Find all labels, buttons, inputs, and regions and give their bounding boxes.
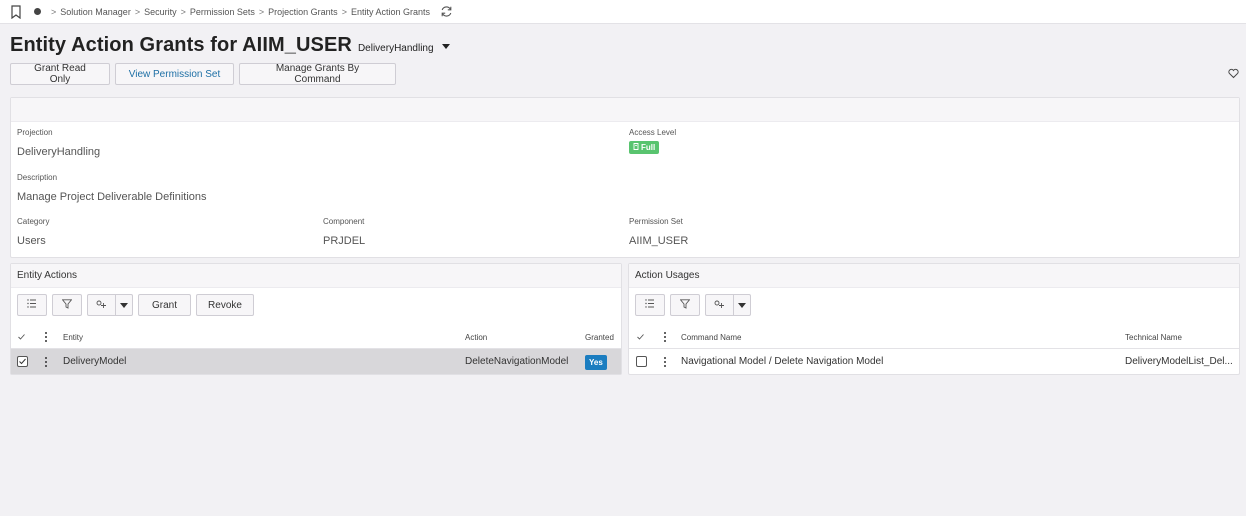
description-value: Manage Project Deliverable Definitions	[17, 191, 207, 203]
details-card-header	[11, 98, 1239, 122]
action-usages-title: Action Usages	[629, 264, 1239, 288]
entity-actions-title: Entity Actions	[11, 264, 621, 288]
column-header-technical-name[interactable]: Technical Name	[1125, 333, 1182, 342]
action-usages-table-header: Command Name Technical Name	[629, 326, 1239, 348]
breadcrumb-separator: >	[134, 6, 141, 17]
action-usages-toolbar	[635, 294, 751, 316]
access-level-value: Full	[641, 143, 656, 152]
table-row[interactable]: DeliveryModel DeleteNavigationModel Yes	[11, 348, 621, 374]
breadcrumb-projection-grants[interactable]: Projection Grants	[268, 7, 338, 17]
table-row[interactable]: Navigational Model / Delete Navigation M…	[629, 348, 1239, 374]
access-level-field: Access Level Full	[629, 128, 676, 154]
component-field: Component PRJDEL	[323, 217, 365, 247]
entity-actions-panel: Entity Actions Grant Revoke Entity Actio…	[10, 263, 622, 375]
column-list-icon	[645, 299, 655, 311]
kebab-icon[interactable]	[664, 332, 666, 342]
entity-actions-toolbar: Grant Revoke	[17, 294, 254, 316]
technical-name-cell: DeliveryModelList_Del...	[1125, 356, 1233, 367]
granted-badge: Yes	[585, 355, 607, 370]
access-level-label: Access Level	[629, 128, 677, 137]
breadcrumb-bar: > Solution Manager > Security > Permissi…	[0, 0, 1246, 24]
shield-icon	[633, 143, 639, 152]
projection-label: Projection	[17, 128, 53, 137]
group-split-button[interactable]	[87, 294, 133, 316]
group-split-button[interactable]	[705, 294, 751, 316]
entity-cell: DeliveryModel	[63, 356, 127, 367]
chevron-down-icon[interactable]	[734, 295, 750, 315]
breadcrumb-entity-action-grants: Entity Action Grants	[350, 6, 430, 17]
column-list-button[interactable]	[635, 294, 665, 316]
checkmark-icon[interactable]	[637, 333, 644, 342]
breadcrumb-separator: >	[258, 6, 265, 17]
action-usages-panel: Action Usages Command Name Technical Nam…	[628, 263, 1240, 375]
page-title: Entity Action Grants for AIIM_USER	[10, 34, 352, 56]
column-header-command-name[interactable]: Command Name	[681, 333, 741, 342]
breadcrumb-permission-sets[interactable]: Permission Sets	[190, 7, 255, 17]
refresh-icon[interactable]	[440, 5, 453, 18]
details-card: Projection DeliveryHandling Access Level…	[10, 97, 1240, 258]
filter-button[interactable]	[670, 294, 700, 316]
column-list-button[interactable]	[17, 294, 47, 316]
page-header: Entity Action Grants for AIIM_USER Deliv…	[10, 34, 450, 57]
permission-set-value: AIIM_USER	[629, 235, 689, 247]
filter-icon	[61, 298, 73, 312]
projection-field: Projection DeliveryHandling	[17, 128, 100, 158]
grant-read-only-button[interactable]: Grant Read Only	[10, 63, 110, 85]
checkmark-icon[interactable]	[18, 333, 25, 342]
access-level-badge: Full	[629, 141, 660, 154]
manage-grants-by-command-button[interactable]: Manage Grants By Command	[239, 63, 396, 85]
category-label: Category	[17, 217, 50, 226]
description-field: Description Manage Project Deliverable D…	[17, 173, 207, 203]
group-icon[interactable]	[706, 295, 734, 315]
column-list-icon	[27, 299, 37, 311]
command-name-cell: Navigational Model / Delete Navigation M…	[681, 356, 884, 367]
permission-set-label: Permission Set	[629, 217, 683, 226]
column-header-granted[interactable]: Granted	[585, 333, 614, 342]
bookmark-icon[interactable]	[10, 4, 24, 19]
filter-button[interactable]	[52, 294, 82, 316]
category-value: Users	[17, 235, 46, 247]
kebab-icon[interactable]	[45, 357, 47, 367]
permission-set-field: Permission Set AIIM_USER	[629, 217, 688, 247]
action-cell: DeleteNavigationModel	[465, 356, 569, 367]
breadcrumb-separator: >	[341, 6, 347, 17]
entity-actions-table-header: Entity Action Granted	[11, 326, 621, 348]
chevron-down-icon[interactable]	[116, 295, 132, 315]
home-dot-icon[interactable]	[34, 8, 41, 15]
component-value: PRJDEL	[323, 235, 366, 247]
kebab-icon[interactable]	[664, 357, 666, 367]
heart-icon[interactable]	[1228, 68, 1239, 79]
column-header-action[interactable]: Action	[465, 333, 487, 342]
row-checkbox[interactable]	[17, 356, 28, 367]
breadcrumb-security[interactable]: Security	[144, 7, 177, 17]
grant-button[interactable]: Grant	[138, 294, 191, 316]
filter-icon	[679, 298, 691, 312]
kebab-icon[interactable]	[45, 332, 47, 342]
breadcrumb-separator: >	[51, 6, 57, 17]
group-icon[interactable]	[88, 295, 116, 315]
command-bar: Grant Read Only View Permission Set Mana…	[10, 63, 396, 85]
component-label: Component	[323, 217, 365, 226]
category-field: Category Users	[17, 217, 49, 247]
description-label: Description	[17, 173, 58, 182]
revoke-button[interactable]: Revoke	[196, 294, 254, 316]
breadcrumb-solution-manager[interactable]: Solution Manager	[60, 7, 131, 17]
column-header-entity[interactable]: Entity	[63, 333, 83, 342]
row-checkbox[interactable]	[636, 356, 647, 367]
projection-value: DeliveryHandling	[17, 146, 101, 158]
breadcrumb-separator: >	[180, 6, 186, 17]
view-permission-set-button[interactable]: View Permission Set	[115, 63, 234, 85]
page-subtitle[interactable]: DeliveryHandling	[358, 43, 434, 54]
chevron-down-icon[interactable]	[441, 44, 450, 49]
